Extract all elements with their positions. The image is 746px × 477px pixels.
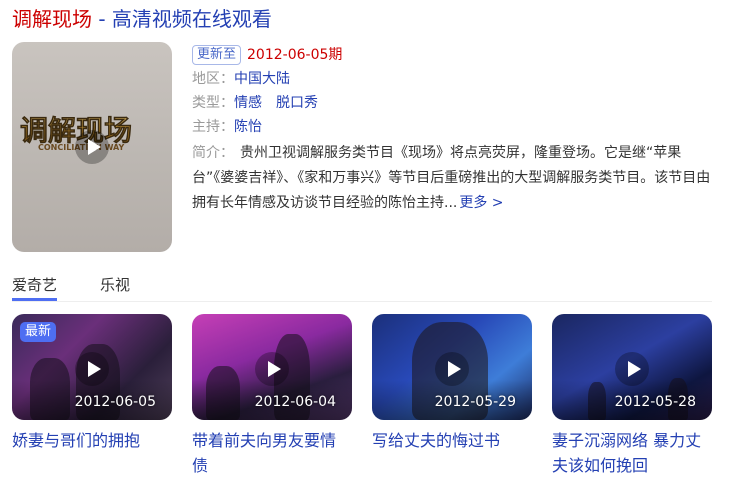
show-poster[interactable]: 调解现场 CONCILIATION WAY <box>12 42 172 252</box>
latest-badge: 最新 <box>20 322 57 342</box>
episode-date: 2012-05-29 <box>434 394 516 410</box>
desc-text: 贵州卫视调解服务类节目《现场》将点亮荧屏，隆重登场。它是继“苹果台”《婆婆吉祥》… <box>192 145 711 211</box>
genre-link-emotion[interactable]: 情感 <box>234 95 262 111</box>
episode-thumbnail[interactable]: 2012-05-28 <box>552 314 712 420</box>
update-tag: 更新至 <box>192 45 242 65</box>
title-suffix: - 高清视频在线观看 <box>92 7 272 31</box>
play-icon[interactable] <box>435 352 469 386</box>
episode-thumbnail[interactable]: 2012-06-04 <box>192 314 352 420</box>
episode-card[interactable]: 2012-05-28 妻子沉溺网络 暴力丈夫该如何挽回 <box>552 314 712 477</box>
episode-title[interactable]: 妻子沉溺网络 暴力丈夫该如何挽回 <box>552 428 710 477</box>
play-icon[interactable] <box>255 352 289 386</box>
source-tabs: 爱奇艺 乐视 <box>12 270 712 302</box>
host-row: 主持：陈怡 <box>192 115 717 139</box>
description: 简介： 贵州卫视调解服务类节目《现场》将点亮荧屏，隆重登场。它是继“苹果台”《婆婆… <box>192 141 717 216</box>
region-label: 地区： <box>192 71 234 87</box>
play-icon[interactable] <box>75 352 109 386</box>
episode-date: 2012-06-05 <box>74 394 156 410</box>
episode-card[interactable]: 2012-06-04 带着前夫向男友要情债 <box>192 314 352 477</box>
episode-thumbnail[interactable]: 2012-05-29 <box>372 314 532 420</box>
update-row: 更新至 2012-06-05期 <box>192 43 717 67</box>
episode-title[interactable]: 带着前夫向男友要情债 <box>192 428 350 477</box>
show-info: 更新至 2012-06-05期 地区：中国大陆 类型：情感 脱口秀 主持：陈怡 简介… <box>192 43 717 216</box>
host-label: 主持： <box>192 119 234 135</box>
genre-label: 类型： <box>192 95 234 111</box>
episode-title[interactable]: 写给丈夫的悔过书 <box>372 428 530 453</box>
episode-date: 2012-05-28 <box>614 394 696 410</box>
episode-card[interactable]: 最新 2012-06-05 娇妻与哥们的拥抱 <box>12 314 172 453</box>
region-link[interactable]: 中国大陆 <box>234 71 290 87</box>
page-title-link[interactable]: 调解现场 - 高清视频在线观看 <box>12 6 272 32</box>
genre-link-talkshow[interactable]: 脱口秀 <box>276 95 318 111</box>
region-row: 地区：中国大陆 <box>192 67 717 91</box>
episode-date: 2012-06-04 <box>254 394 336 410</box>
episode-title[interactable]: 娇妻与哥们的拥抱 <box>12 428 170 453</box>
update-date: 2012-06-05期 <box>247 47 343 63</box>
play-icon[interactable] <box>75 130 109 164</box>
show-title: 调解现场 <box>12 7 92 31</box>
episode-card[interactable]: 2012-05-29 写给丈夫的悔过书 <box>372 314 532 453</box>
more-link[interactable]: 更多 > <box>459 195 503 211</box>
desc-label: 简介： <box>192 145 234 161</box>
host-link[interactable]: 陈怡 <box>234 119 262 135</box>
episode-thumbnail[interactable]: 最新 2012-06-05 <box>12 314 172 420</box>
tab-letv[interactable]: 乐视 <box>100 274 130 301</box>
genre-row: 类型：情感 脱口秀 <box>192 91 717 115</box>
tab-iqiyi[interactable]: 爱奇艺 <box>12 274 58 301</box>
play-icon[interactable] <box>615 352 649 386</box>
